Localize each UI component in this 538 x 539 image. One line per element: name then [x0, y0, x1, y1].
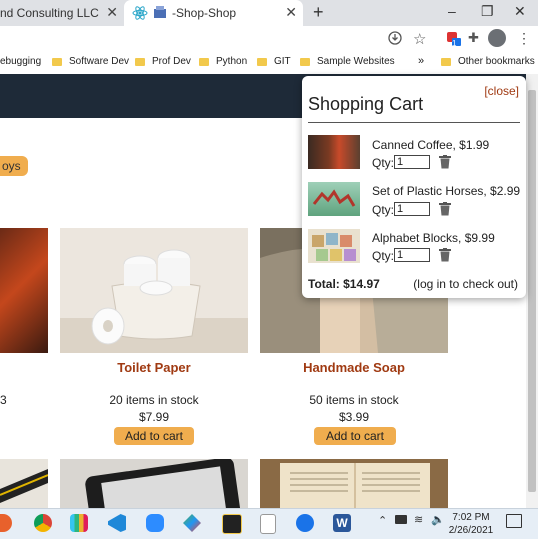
bookmark-item[interactable]: Sample Websites	[300, 56, 395, 67]
extension-badge: 1	[452, 39, 457, 48]
menu-icon[interactable]: ⋮	[517, 30, 531, 47]
product-image	[60, 459, 248, 508]
tab-label: -Shop-Shop	[172, 6, 237, 20]
other-bookmarks[interactable]: Other bookmarks	[441, 56, 535, 67]
trash-icon[interactable]	[439, 202, 451, 216]
product-stock: 20 items in stock	[109, 393, 199, 407]
cart-close-link[interactable]: [close]	[484, 84, 519, 98]
trash-icon[interactable]	[439, 155, 451, 169]
folder-icon	[441, 57, 451, 66]
product-name[interactable]: Handmade Soap	[260, 360, 448, 375]
volume-icon[interactable]: 🔈	[431, 513, 445, 526]
puzzle-icon[interactable]: ✚	[468, 30, 479, 46]
folder-icon	[300, 57, 310, 66]
product-image	[0, 459, 48, 508]
new-tab-button[interactable]: +	[313, 2, 324, 23]
checkout-note: (log in to check out)	[413, 277, 518, 291]
tab-label: nd Consulting LLC	[0, 6, 99, 20]
clock-time: 7:02 PM	[452, 512, 490, 523]
folder-icon	[135, 57, 145, 66]
product-stock: 50 items in stock	[309, 393, 399, 407]
product-price: $7.99	[138, 410, 170, 424]
minimize-icon[interactable]: –	[448, 3, 456, 19]
teamviewer-icon[interactable]	[296, 514, 314, 532]
cart-item-name: Alphabet Blocks, $9.99	[372, 231, 495, 245]
folder-icon	[52, 57, 62, 66]
cart-item-name: Set of Plastic Horses, $2.99	[372, 184, 521, 198]
close-tab-icon[interactable]: ✕	[106, 4, 118, 21]
qty-label: Qty:	[372, 249, 395, 263]
wifi-icon[interactable]: ≋	[414, 513, 423, 526]
product-image-toilet-paper	[60, 228, 248, 353]
sticky-notes-icon[interactable]	[222, 514, 242, 534]
qty-input[interactable]: 1	[394, 248, 430, 262]
restore-icon[interactable]: ❐	[481, 3, 494, 20]
tray-chevron-icon[interactable]: ⌃	[378, 514, 387, 527]
cart-item-image	[308, 229, 360, 263]
qty-label: Qty:	[372, 203, 395, 217]
page-scrollbar[interactable]	[526, 74, 538, 508]
trash-icon[interactable]	[439, 248, 451, 262]
react-icon	[132, 5, 148, 21]
taskbar-clock[interactable]: 7:02 PM 2/26/2021	[448, 511, 494, 537]
cart-total: Total: $14.97	[308, 277, 380, 291]
bookmark-item[interactable]: Software Dev	[52, 56, 129, 67]
notification-icon[interactable]	[506, 514, 522, 528]
star-icon[interactable]: ☆	[413, 30, 426, 48]
qty-input[interactable]: 1	[394, 202, 430, 216]
avatar[interactable]	[488, 29, 506, 47]
folder-icon	[257, 57, 267, 66]
chrome-icon[interactable]	[34, 514, 52, 532]
scrollbar-thumb[interactable]	[528, 90, 536, 492]
close-tab-icon[interactable]: ✕	[285, 4, 297, 21]
notepad-icon[interactable]	[260, 514, 276, 534]
partial-text: 3	[0, 393, 7, 407]
download-icon[interactable]	[388, 31, 402, 48]
bookmark-item[interactable]: ebugging	[0, 56, 41, 67]
shopping-cart-panel: [close] Shopping Cart Canned Coffee, $1.…	[302, 76, 526, 298]
cart-title: Shopping Cart	[308, 94, 424, 114]
word-icon[interactable]: W	[333, 514, 351, 532]
bookmark-item[interactable]: GIT	[257, 56, 291, 67]
cart-divider	[308, 122, 520, 123]
product-name[interactable]: Toilet Paper	[60, 360, 248, 375]
add-to-cart-button[interactable]: Add to cart	[314, 427, 396, 445]
qty-input[interactable]: 1	[394, 155, 430, 169]
add-to-cart-button[interactable]: Add to cart	[114, 427, 194, 445]
folder-icon	[199, 57, 209, 66]
tab-shop[interactable]: -Shop-Shop ✕	[124, 0, 303, 26]
category-button[interactable]: oys	[0, 156, 28, 176]
product-image	[260, 459, 448, 508]
close-window-icon[interactable]: ✕	[514, 3, 526, 20]
zoom-icon[interactable]	[146, 514, 164, 532]
battery-icon[interactable]	[395, 515, 407, 524]
bookmark-item[interactable]: Python	[199, 56, 247, 67]
bookmark-item[interactable]: Prof Dev	[135, 56, 191, 67]
product-image	[0, 228, 48, 353]
cart-item-image	[308, 135, 360, 169]
shop-logo-icon	[153, 5, 167, 21]
tab-consulting[interactable]: nd Consulting LLC ✕	[0, 0, 124, 26]
slack-icon[interactable]	[70, 514, 88, 532]
product-price: $3.99	[338, 410, 370, 424]
clock-date: 2/26/2021	[448, 525, 494, 536]
qty-label: Qty:	[372, 156, 395, 170]
bookmarks-overflow[interactable]: »	[418, 55, 424, 67]
cart-item-image	[308, 182, 360, 216]
cart-item-name: Canned Coffee, $1.99	[372, 138, 490, 152]
